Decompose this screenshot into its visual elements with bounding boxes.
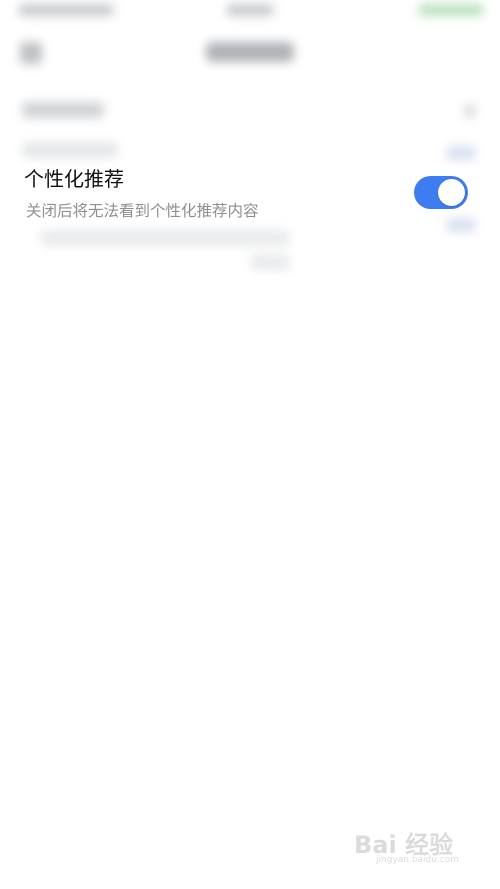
personalized-recommendation-row: 个性化推荐 关闭后将无法看到个性化推荐内容: [0, 160, 500, 230]
watermark-url: jingyan.baidu.com: [376, 855, 460, 865]
setting-description: 关闭后将无法看到个性化推荐内容: [26, 202, 259, 220]
page-title-blur: [206, 42, 294, 62]
list-item-blur: [22, 142, 118, 158]
navigation-bar: [0, 28, 500, 76]
section-header-blur: [22, 102, 104, 118]
setting-title: 个性化推荐: [24, 167, 124, 191]
list-item-blur: [40, 230, 290, 246]
status-battery-blur: [418, 4, 484, 16]
status-bar: [0, 0, 500, 24]
toggle-knob: [438, 179, 465, 206]
status-time-blur: [226, 4, 274, 16]
personalized-recommendation-toggle[interactable]: [414, 176, 468, 209]
settings-screen: 个性化推荐 关闭后将无法看到个性化推荐内容 Bai 经验 jingyan.bai…: [0, 0, 500, 889]
list-item-blur: [250, 254, 290, 270]
back-icon: [20, 42, 42, 64]
baidu-jingyan-watermark: Bai 经验 jingyan.baidu.com: [354, 825, 474, 871]
list-item-value-blur: [446, 146, 476, 160]
chevron-icon: [464, 104, 476, 118]
status-carrier-blur: [18, 4, 114, 16]
